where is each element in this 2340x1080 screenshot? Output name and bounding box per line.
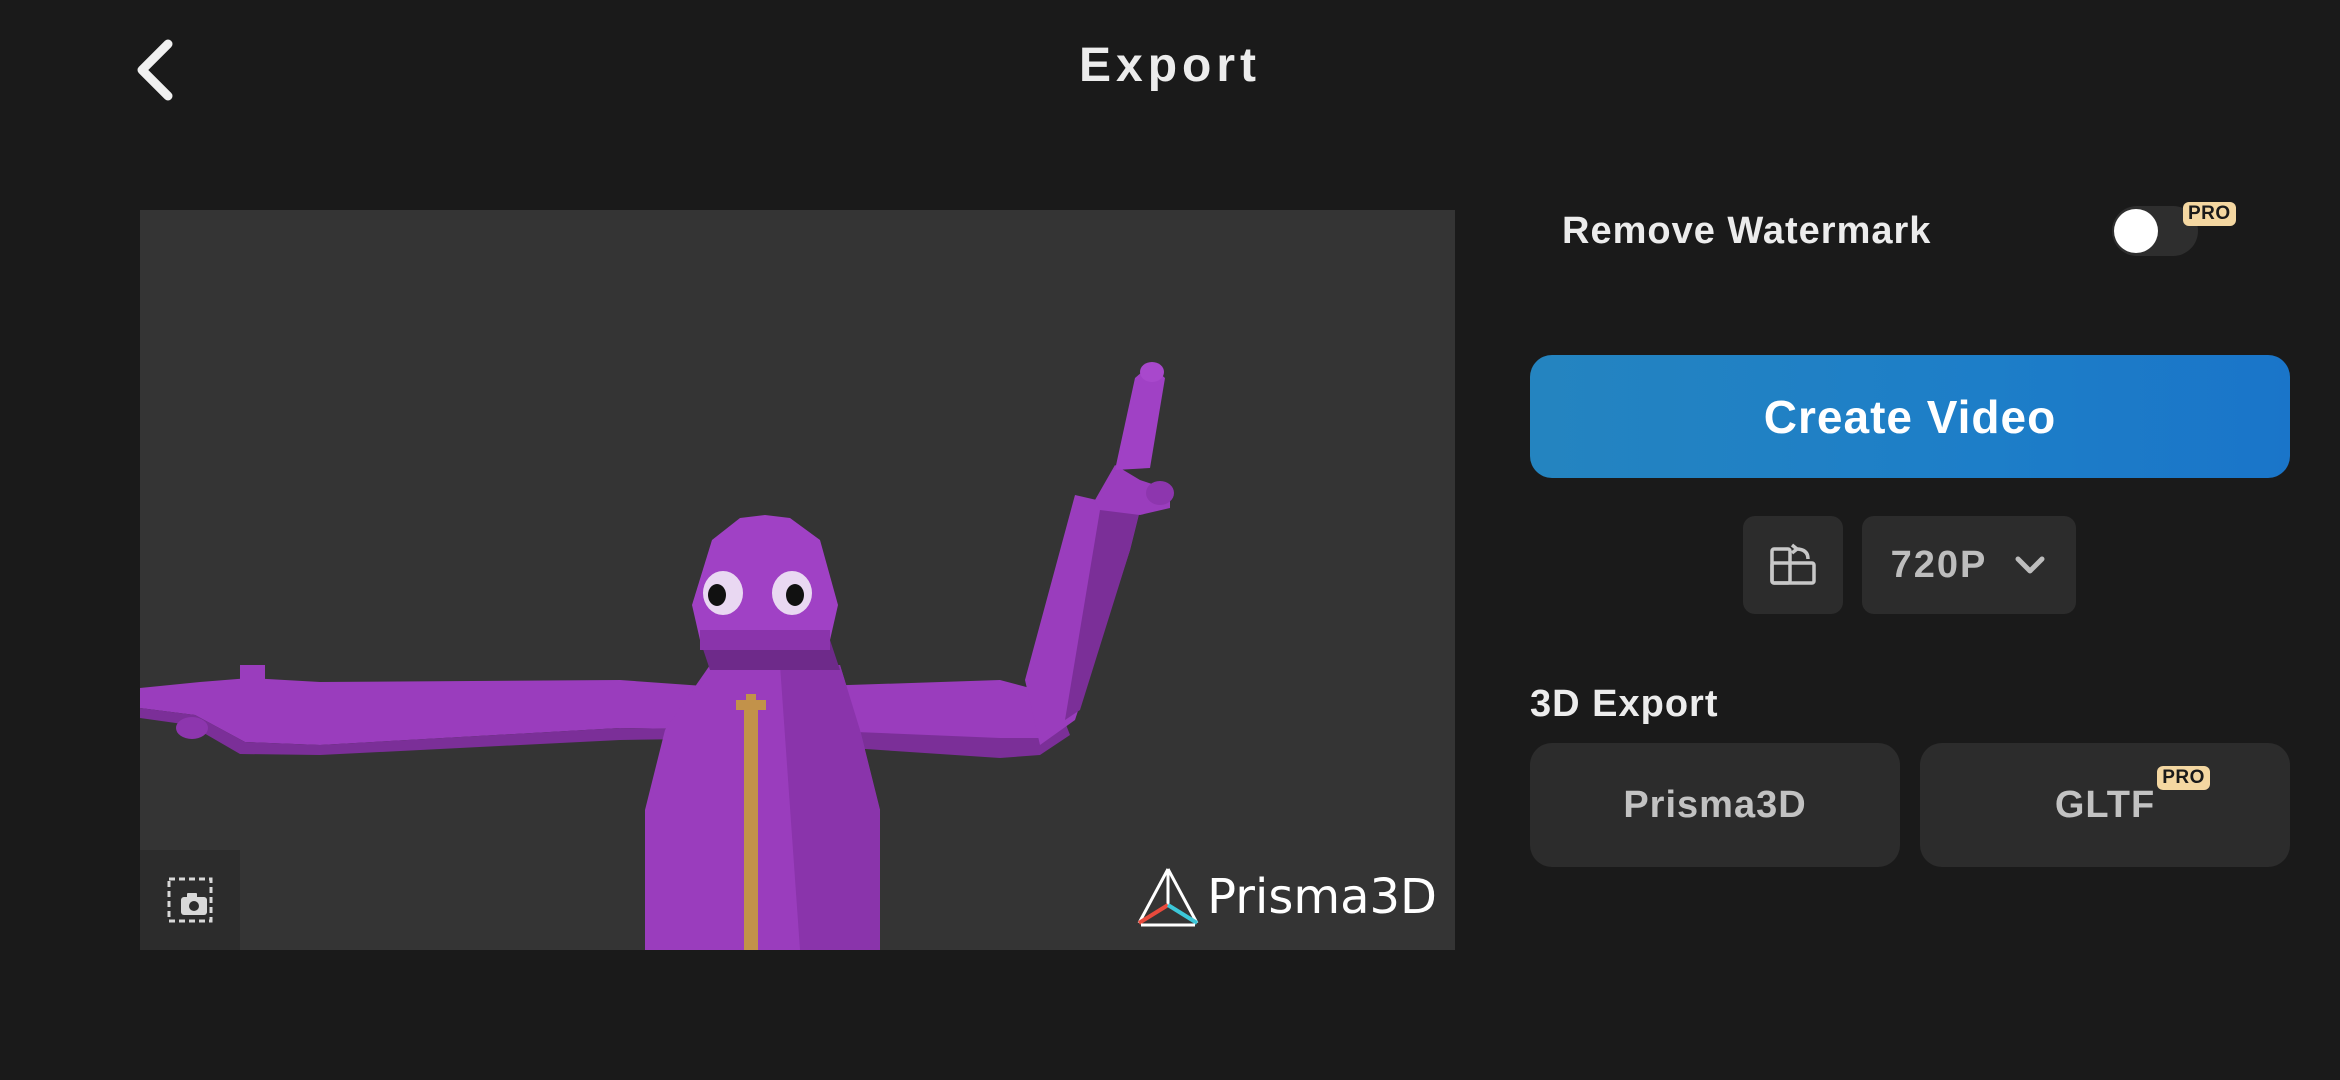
3d-export-heading: 3D Export (1530, 683, 1719, 725)
orientation-rotate-icon (1770, 543, 1816, 585)
resolution-select[interactable]: 720P (1862, 516, 2076, 614)
watermark-text: Prisma3D (1207, 869, 1437, 925)
toggle-knob (2114, 209, 2158, 253)
prisma3d-logo-icon (1137, 868, 1199, 927)
export-gltf-label: GLTF (2054, 783, 2156, 826)
snapshot-button[interactable] (140, 850, 240, 950)
create-video-button[interactable]: Create Video (1530, 355, 2290, 478)
page-title: Export (1078, 39, 1261, 92)
resolution-value: 720P (1890, 543, 1988, 586)
export-prisma3d-label: Prisma3D (1623, 783, 1807, 826)
preview-viewport[interactable]: Prisma3D (140, 210, 1455, 950)
export-gltf-button[interactable]: GLTF PRO (1920, 743, 2290, 867)
chevron-down-icon (2015, 556, 2045, 574)
pro-badge: PRO (2183, 202, 2236, 226)
export-prisma3d-button[interactable]: Prisma3D (1530, 743, 1900, 867)
pro-badge: PRO (2157, 765, 2210, 790)
export-gltf-label-wrap: GLTF PRO (2054, 765, 2210, 827)
watermark: Prisma3D (1133, 862, 1437, 932)
character-model (140, 362, 1174, 950)
orientation-button[interactable] (1743, 516, 1843, 614)
remove-watermark-label: Remove Watermark (1562, 210, 1932, 252)
export-screen: Export Prisma3D Remove Watermark PRO Cre… (0, 0, 2340, 1080)
screenshot-camera-icon (167, 877, 213, 923)
